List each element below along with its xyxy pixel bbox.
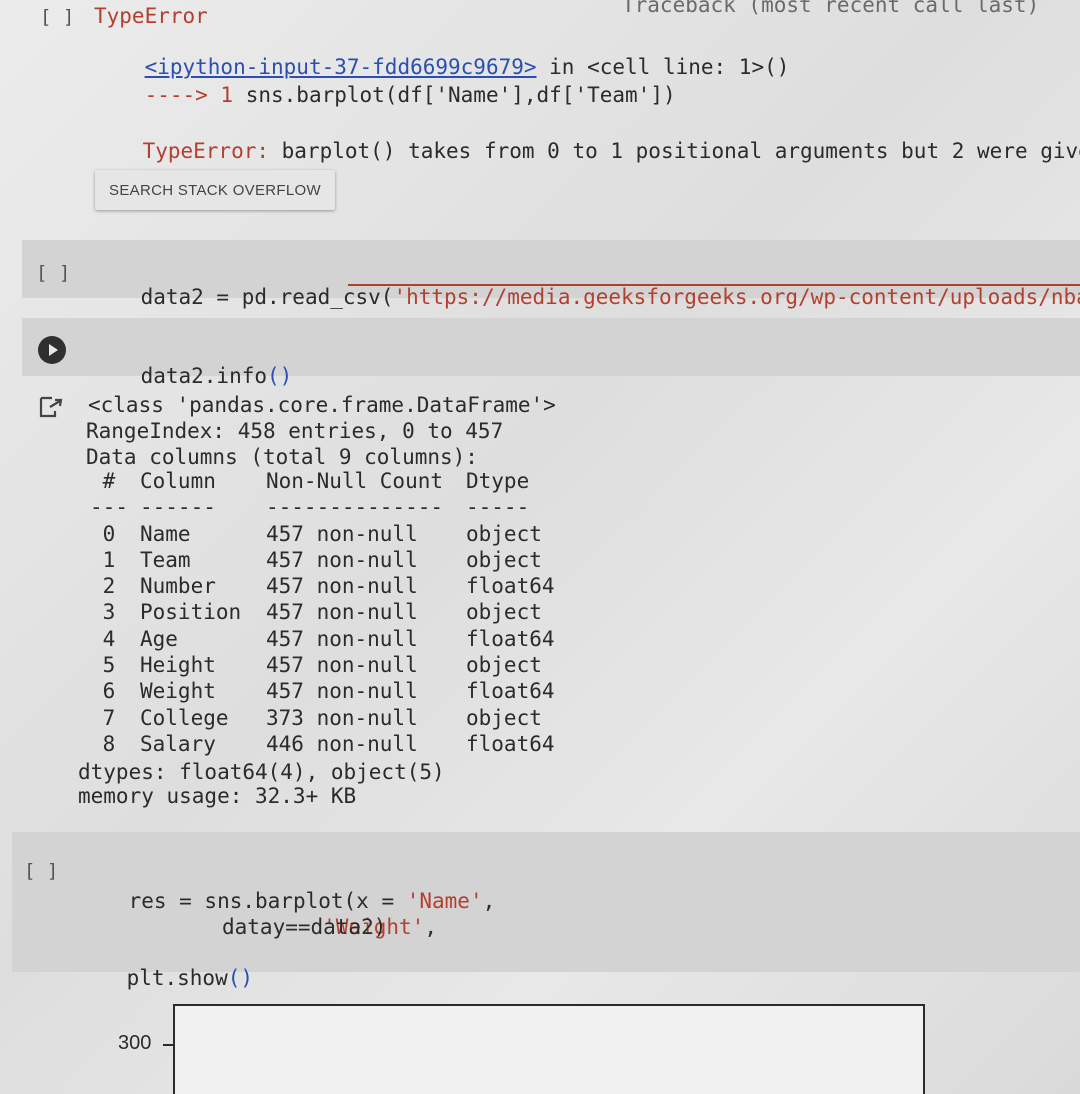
- code-line[interactable]: data = data2): [222, 914, 386, 940]
- row-dtype: object: [466, 521, 542, 546]
- run-cell-button[interactable]: [38, 336, 66, 364]
- search-stack-overflow-button[interactable]: SEARCH STACK OVERFLOW: [95, 170, 335, 210]
- header-cell: Dtype: [466, 469, 530, 493]
- row-dtype: float64: [466, 626, 555, 651]
- code-text: ,: [424, 915, 437, 939]
- traceback-header: Traceback (most recent call last): [622, 0, 1040, 17]
- code-text: plt.show: [126, 966, 228, 990]
- row-column: Team: [140, 547, 191, 572]
- row-index: 6: [102, 679, 116, 704]
- spellcheck-underline: [348, 284, 1080, 286]
- traceback-arrow: ----> 1: [144, 83, 246, 107]
- notebook-page: [ ] TypeError Traceback (most recent cal…: [0, 0, 1080, 1094]
- table-row: 8 Salary 446 non-null float64: [78, 731, 586, 757]
- cell-bracket[interactable]: [ ]: [40, 4, 74, 30]
- table-header-row: # Column Non-Null Count Dtype: [78, 468, 586, 494]
- y-axis-tick: [163, 1044, 173, 1046]
- row-dtype: object: [466, 547, 542, 572]
- dtypes-summary: dtypes: float64(4), object(5): [78, 760, 445, 784]
- table-row: 4 Age 457 non-null float64: [78, 626, 586, 652]
- row-column: Weight: [140, 679, 216, 704]
- row-count: 457 non-null: [266, 626, 418, 651]
- row-dtype: float64: [466, 679, 555, 704]
- row-count: 457 non-null: [266, 547, 418, 572]
- row-column: College: [140, 705, 229, 730]
- row-index: 2: [102, 574, 116, 599]
- row-column: Salary: [140, 731, 216, 756]
- table-row: 5 Height 457 non-null object: [78, 652, 586, 678]
- row-count: 457 non-null: [266, 679, 418, 704]
- row-column: Number: [140, 574, 216, 599]
- info-table: # Column Non-Null Count Dtype --- ------…: [78, 468, 586, 757]
- row-column: Position: [140, 600, 242, 625]
- separator-cell: ------: [140, 495, 216, 520]
- error-label: TypeError:: [142, 139, 270, 163]
- header-cell: #: [102, 469, 116, 493]
- row-column: Age: [140, 626, 178, 651]
- code-url-string: 'https://media.geeksforgeeks.org/wp-cont…: [393, 285, 1080, 309]
- play-icon: [49, 344, 58, 356]
- row-dtype: object: [466, 705, 542, 730]
- table-row: 0 Name 457 non-null object: [78, 521, 586, 547]
- error-name: TypeError: [94, 4, 208, 28]
- table-row: 1 Team 457 non-null object: [78, 547, 586, 573]
- row-index: 0: [102, 521, 116, 546]
- row-index: 8: [102, 731, 116, 756]
- separator-cell: ---: [90, 495, 128, 520]
- output-line: <class 'pandas.core.frame.DataFrame'>: [88, 393, 556, 417]
- row-dtype: object: [466, 600, 542, 625]
- header-cell: Non-Null Count: [266, 469, 444, 493]
- plot-area: [173, 1004, 925, 1094]
- memory-usage: memory usage: 32.3+ KB: [78, 784, 357, 808]
- cell-bracket[interactable]: [ ]: [36, 260, 70, 286]
- table-row: 6 Weight 457 non-null float64: [78, 678, 586, 704]
- header-cell: Column: [140, 469, 216, 493]
- code-parens: (): [267, 364, 293, 388]
- row-count: 457 non-null: [266, 653, 418, 678]
- code-text: ,: [482, 889, 496, 913]
- cell-bracket[interactable]: [ ]: [24, 858, 58, 884]
- output-clear-icon[interactable]: [38, 395, 64, 419]
- row-index: 4: [102, 626, 116, 651]
- row-index: 7: [102, 705, 116, 730]
- separator-cell: -----: [466, 495, 530, 520]
- separator-cell: --------------: [266, 495, 444, 520]
- row-count: 457 non-null: [266, 521, 418, 546]
- error-message: barplot() takes from 0 to 1 positional a…: [269, 139, 1080, 163]
- row-count: 373 non-null: [266, 705, 418, 730]
- table-row: 2 Number 457 non-null float64: [78, 573, 586, 599]
- y-tick-label: 300: [118, 1032, 152, 1054]
- row-index: 1: [102, 547, 116, 572]
- table-row: 7 College 373 non-null object: [78, 705, 586, 731]
- row-dtype: float64: [466, 574, 555, 599]
- traceback-code: sns.barplot(df['Name'],df['Team']): [245, 83, 676, 107]
- code-text: data2.info: [140, 364, 268, 388]
- row-count: 457 non-null: [266, 574, 418, 599]
- row-column: Height: [140, 653, 216, 678]
- row-dtype: object: [466, 653, 542, 678]
- row-column: Name: [140, 521, 191, 546]
- code-parens: (): [227, 966, 254, 990]
- output-line: Data columns (total 9 columns):: [86, 445, 478, 469]
- code-text: data2 = pd.read_csv(: [140, 285, 394, 309]
- row-dtype: float64: [466, 731, 555, 756]
- row-count: 446 non-null: [266, 731, 418, 756]
- table-row: 3 Position 457 non-null object: [78, 599, 586, 625]
- row-count: 457 non-null: [266, 600, 418, 625]
- row-index: 3: [102, 600, 116, 625]
- row-index: 5: [102, 653, 116, 678]
- table-separator-row: --- ------ -------------- -----: [78, 494, 586, 520]
- output-line: RangeIndex: 458 entries, 0 to 457: [86, 419, 504, 443]
